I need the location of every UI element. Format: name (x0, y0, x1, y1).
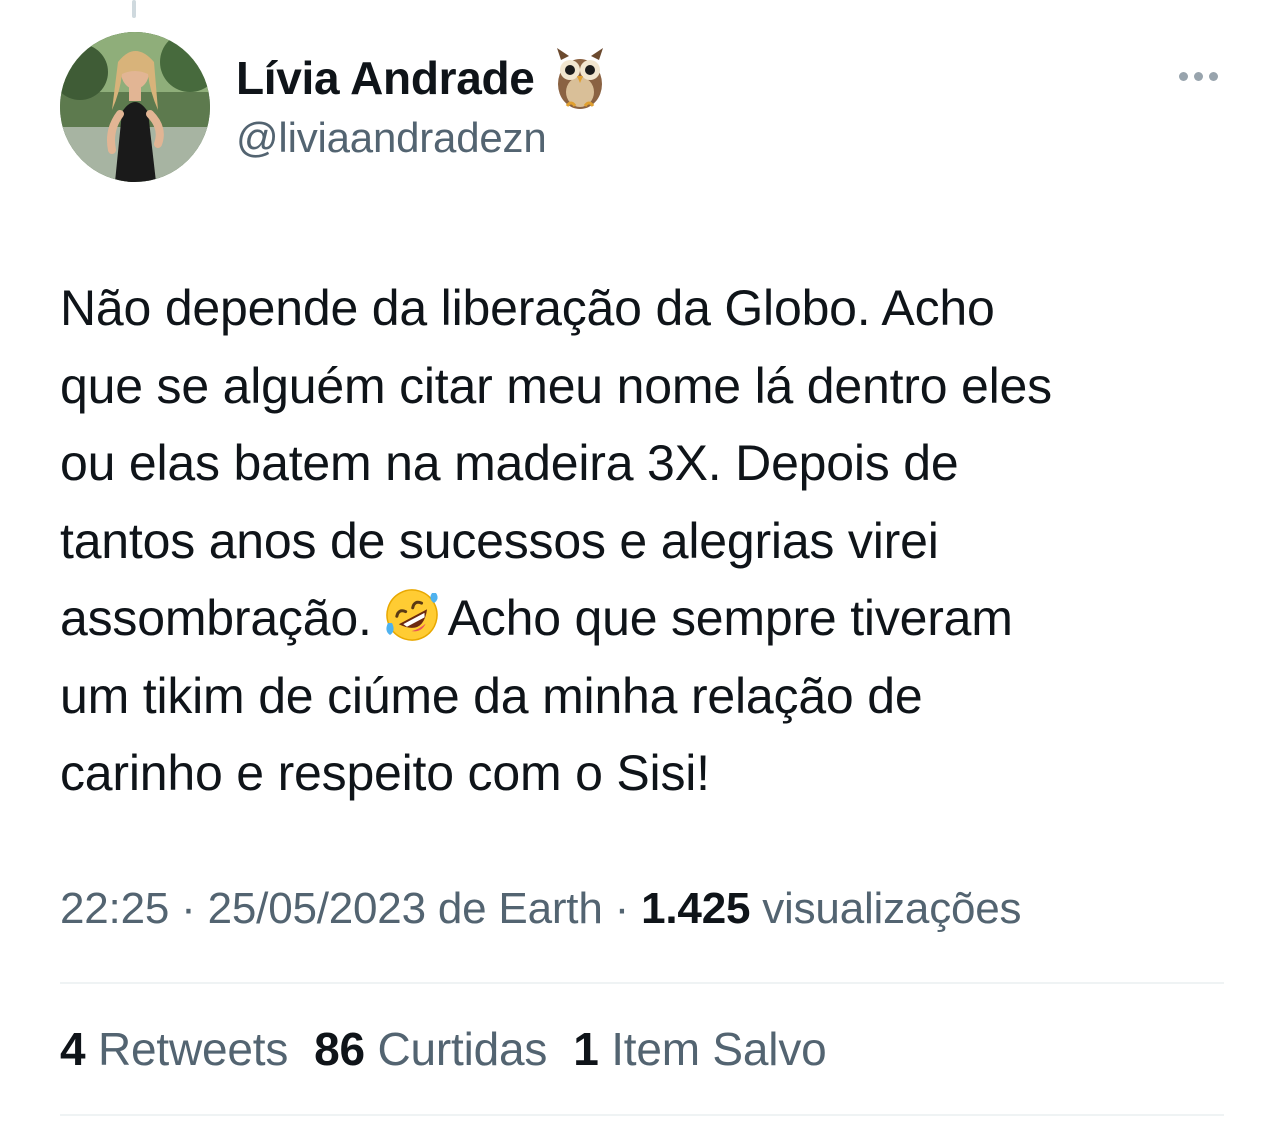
bookmarks-count: 1 (573, 1023, 599, 1075)
tweet-line-5-start: assombração. (60, 590, 372, 646)
thread-connector-line (132, 0, 136, 18)
retweets-count: 4 (60, 1023, 86, 1075)
more-horizontal-icon (1178, 71, 1188, 81)
meta-separator: · (169, 884, 208, 933)
tweet-line-5: assombração. Acho que sempre tiveram (60, 580, 1240, 658)
likes-count: 86 (314, 1023, 365, 1075)
tweet-source: de Earth (425, 884, 603, 933)
views-count[interactable]: 1.425 (641, 884, 750, 933)
rofl-emoji-icon (382, 585, 442, 645)
author-display-name[interactable]: Lívia Andrade (236, 51, 535, 105)
retweets-stat[interactable]: 4 Retweets (60, 1022, 288, 1076)
tweet-time[interactable]: 22:25 (60, 884, 169, 933)
tweet-line-7: carinho e respeito com o Sisi! (60, 745, 710, 801)
tweet-line-5-end: Acho que sempre tiveram (447, 590, 1013, 646)
tweet-line-3: ou elas batem na madeira 3X. Depois de (60, 435, 959, 491)
tweet-date[interactable]: 25/05/2023 (208, 884, 426, 933)
author-name-row[interactable]: Lívia Andrade (236, 46, 607, 110)
bookmarks-stat[interactable]: 1 Item Salvo (573, 1022, 826, 1076)
likes-stat[interactable]: 86 Curtidas (314, 1022, 547, 1076)
views-label[interactable]: visualizações (750, 884, 1021, 933)
divider (60, 1114, 1224, 1116)
tweet-line-1: Não depende da liberação da Globo. Acho (60, 280, 995, 336)
tweet-line-2: que se alguém citar meu nome lá dentro e… (60, 357, 1052, 414)
tweet-line-6: um tikim de ciúme da minha relação de (60, 667, 923, 724)
likes-label: Curtidas (377, 1023, 548, 1075)
author-handle[interactable]: @liviaandradezn (236, 114, 547, 162)
more-options-button[interactable] (1170, 60, 1226, 92)
owl-icon (553, 46, 607, 110)
more-dot-3 (1208, 71, 1218, 81)
tweet-text: Não depende da liberação da Globo. Acho … (60, 270, 1240, 813)
divider (60, 982, 1224, 984)
avatar-photo (60, 32, 210, 182)
avatar[interactable] (60, 32, 210, 182)
bookmarks-label: Item Salvo (611, 1023, 827, 1075)
tweet-metadata: 22:25 · 25/05/2023 de Earth · 1.425 visu… (60, 884, 1022, 934)
tweet-line-4: tantos anos de sucessos e alegrias virei (60, 512, 939, 569)
retweets-label: Retweets (97, 1023, 289, 1075)
engagement-stats: 4 Retweets 86 Curtidas 1 Item Salvo (60, 1022, 853, 1076)
more-dot-2 (1193, 71, 1203, 81)
meta-separator: · (602, 884, 642, 933)
